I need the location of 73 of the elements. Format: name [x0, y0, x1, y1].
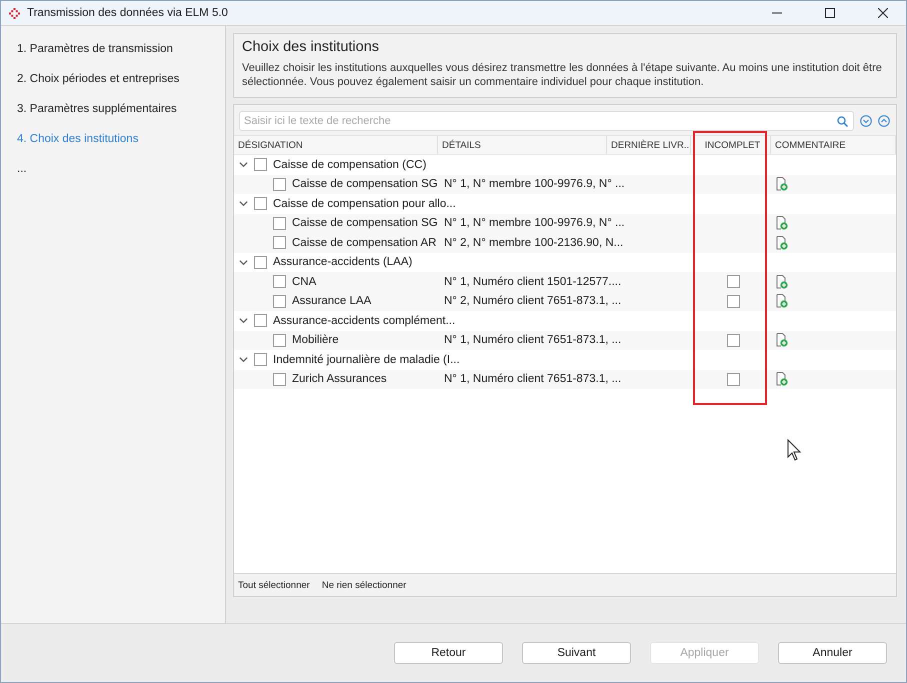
window-title: Transmission des données via ELM 5.0 — [27, 7, 229, 19]
chevron-down-icon[interactable] — [239, 258, 248, 267]
step-item[interactable]: 3. Paramètres supplémentaires — [17, 101, 225, 117]
institution-label: Caisse de compensation SG — [292, 178, 438, 190]
maximize-icon[interactable] — [825, 8, 835, 18]
search-icon[interactable] — [837, 116, 848, 127]
column-header[interactable]: DÉSIGNATION — [234, 136, 438, 154]
checkbox[interactable] — [273, 236, 286, 250]
add-comment-icon[interactable] — [776, 333, 788, 348]
group-label: Assurance-accidents (LAA) — [273, 256, 412, 268]
chevron-down-icon[interactable] — [239, 160, 248, 170]
checkbox[interactable] — [254, 314, 267, 328]
checkbox[interactable] — [254, 353, 267, 366]
step-item[interactable]: 1. Paramètres de transmission — [17, 41, 225, 57]
add-comment-icon[interactable] — [776, 372, 788, 386]
checkbox[interactable] — [254, 197, 267, 210]
checkbox[interactable] — [254, 256, 267, 269]
checkbox[interactable] — [273, 275, 286, 288]
step-item[interactable]: 2. Choix périodes et entreprises — [17, 71, 225, 87]
column-header[interactable]: INCOMPLET — [691, 136, 771, 154]
chevron-down-icon[interactable] — [239, 199, 248, 208]
checkbox[interactable] — [273, 216, 286, 230]
mouse-cursor-icon — [787, 439, 802, 461]
add-comment-icon[interactable] — [776, 236, 788, 250]
collapse-all-icon[interactable] — [878, 115, 890, 127]
chevron-down-icon[interactable] — [239, 355, 248, 364]
section-description: Veuillez choisir les institutions auxquelles vous désirez transmettre les données à l'étape suivante. Au moins une institution doit être sélectionnée. Vous pouvez également saisir un commentaire individuel pour chaque institution. — [242, 61, 883, 89]
checkbox[interactable] — [273, 178, 286, 191]
section-title: Choix des institutions — [242, 39, 380, 55]
details-text: N° 1, Numéro client 7651-873.1, ... — [444, 334, 622, 346]
details-text: N° 2, N° membre 100-2136.90, N... — [444, 236, 624, 249]
app-logo-icon — [9, 8, 20, 18]
incomplete-checkbox[interactable] — [726, 294, 740, 308]
institution-label: Assurance LAA — [292, 295, 372, 308]
details-text: N° 1, N° membre 100-9976.9, N° ... — [444, 217, 625, 230]
institution-label: Mobilière — [292, 334, 339, 346]
incomplete-checkbox[interactable] — [726, 372, 740, 386]
institution-label: Caisse de compensation SG — [292, 217, 438, 230]
institution-label: Caisse de compensation AR — [292, 236, 436, 249]
column-header[interactable]: COMMENTAIRE — [771, 136, 896, 154]
details-text: N° 1, N° membre 100-9976.9, N° ... — [444, 178, 625, 190]
group-label: Caisse de compensation pour allo... — [273, 198, 456, 210]
search-field[interactable]: Saisir ici le texte de recherche — [239, 111, 854, 131]
group-label: Indemnité journalière de maladie (I... — [273, 354, 460, 366]
dialog-button[interactable]: Retour — [394, 642, 503, 664]
add-comment-icon[interactable] — [776, 216, 788, 230]
checkbox[interactable] — [273, 334, 286, 347]
chevron-down-icon[interactable] — [239, 316, 248, 326]
step-item[interactable]: 4. Choix des institutions — [17, 131, 225, 147]
column-header[interactable]: DERNIÈRE LIVR... — [607, 136, 691, 154]
close-icon[interactable] — [878, 8, 888, 18]
checkbox[interactable] — [273, 372, 286, 386]
add-comment-icon[interactable] — [776, 177, 788, 192]
step-item[interactable]: ... — [17, 161, 225, 177]
incomplete-checkbox[interactable] — [726, 334, 740, 347]
details-text: N° 1, Numéro client 1501-12577.... — [444, 276, 622, 288]
add-comment-icon[interactable] — [776, 294, 788, 308]
selection-link[interactable]: Tout sélectionner — [238, 580, 310, 590]
checkbox[interactable] — [254, 158, 267, 172]
institution-label: CNA — [292, 276, 316, 288]
selection-link[interactable]: Ne rien sélectionner — [322, 580, 406, 590]
incomplete-checkbox[interactable] — [726, 275, 740, 288]
details-text: N° 2, Numéro client 7651-873.1, ... — [444, 295, 622, 308]
group-label: Caisse de compensation (CC) — [273, 158, 426, 171]
dialog-button[interactable]: Annuler — [778, 642, 887, 664]
institution-label: Zurich Assurances — [292, 373, 387, 386]
dialog-button[interactable]: Suivant — [522, 642, 631, 664]
add-comment-icon[interactable] — [776, 274, 788, 289]
group-label: Assurance-accidents complément... — [273, 314, 456, 327]
details-text: N° 1, Numéro client 7651-873.1, ... — [444, 373, 622, 386]
column-header[interactable]: DÉTAILS — [438, 136, 607, 154]
expand-all-icon[interactable] — [860, 115, 872, 127]
checkbox[interactable] — [273, 294, 286, 308]
